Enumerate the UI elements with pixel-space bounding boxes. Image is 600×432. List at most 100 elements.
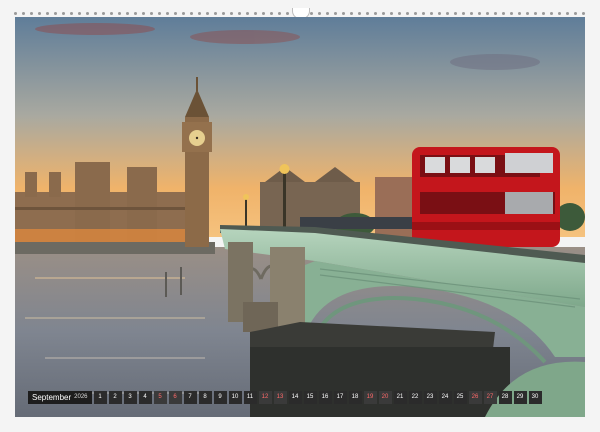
double-decker-bus-icon [412,147,560,247]
calendar-page: September 2026 1 2 3 4 5 6 7 8 9 10 11 12 13 14 15 16 17… [0,0,600,432]
year-label: 2026 [74,394,88,400]
binding-hole [390,12,393,15]
binding-hole [142,12,145,15]
binding-hole [526,12,529,15]
binding-hole [278,12,281,15]
day-cell: 22 [408,391,422,404]
binding-hole [366,12,369,15]
binding-hole [246,12,249,15]
binding-hole [54,12,57,15]
binding-hole [374,12,377,15]
binding-hole [478,12,481,15]
calendar-photo [15,17,585,417]
binding-hole [126,12,129,15]
binding-hole [342,12,345,15]
binding-hole [510,12,513,15]
day-cell: 27 [483,391,497,404]
binding-hole [238,12,241,15]
day-cell: 9 [213,391,227,404]
binding-hole [382,12,385,15]
calendar-strip: September 2026 1 2 3 4 5 6 7 8 9 10 11 12 13 14 15 16 17… [28,391,574,404]
day-cell: 25 [453,391,467,404]
day-cell: 1 [93,391,107,404]
day-cell: 11 [243,391,257,404]
binding-hole [46,12,49,15]
binding-hole [582,12,585,15]
binding-hole [558,12,561,15]
binding-hole [14,12,17,15]
binding-hole [358,12,361,15]
binding-hole [30,12,33,15]
binding-hole [70,12,73,15]
london-scene [15,17,585,417]
binding-hole [534,12,537,15]
day-cell: 7 [183,391,197,404]
day-cell: 10 [228,391,242,404]
binding-hole [350,12,353,15]
day-cell: 23 [423,391,437,404]
day-cell: 28 [498,391,512,404]
binding-hole [430,12,433,15]
binding-hole [78,12,81,15]
binding-hole [550,12,553,15]
day-cell: 24 [438,391,452,404]
binding-hole [454,12,457,15]
day-cell: 4 [138,391,152,404]
month-label: September 2026 [28,391,92,404]
binding-hole [22,12,25,15]
binding-hole [398,12,401,15]
day-cell: 26 [468,391,482,404]
day-cell: 5 [153,391,167,404]
binding-hole [214,12,217,15]
binding-hole [182,12,185,15]
month-name: September [32,393,72,402]
binding-hole [86,12,89,15]
day-cell: 6 [168,391,182,404]
binding-hole [406,12,409,15]
day-cell: 13 [273,391,287,404]
day-cell: 30 [528,391,542,404]
binding-hole [286,12,289,15]
binding-hole [174,12,177,15]
day-cell: 20 [378,391,392,404]
day-cell: 29 [513,391,527,404]
day-cell: 12 [258,391,272,404]
day-cell: 15 [303,391,317,404]
binding-hole [38,12,41,15]
day-cell: 21 [393,391,407,404]
binding-hole [494,12,497,15]
binding-hole [254,12,257,15]
binding-hole [158,12,161,15]
binding-hole [222,12,225,15]
binding-hole [566,12,569,15]
day-cell: 2 [108,391,122,404]
binding-hole [110,12,113,15]
binding-hole [206,12,209,15]
binding-hole [150,12,153,15]
binding-hole [310,12,313,15]
binding-hole [94,12,97,15]
binding-hole [270,12,273,15]
binding-hole [486,12,489,15]
binding-hole [102,12,105,15]
binding-hole [518,12,521,15]
day-cell: 18 [348,391,362,404]
binding-hole [318,12,321,15]
day-cells: 1 2 3 4 5 6 7 8 9 10 11 12 13 14 15 16 17 18 19 20 21 22 23 24 2… [93,391,542,404]
day-cell: 17 [333,391,347,404]
day-cell: 14 [288,391,302,404]
binding-hole [166,12,169,15]
day-cell: 3 [123,391,137,404]
binding-hole [422,12,425,15]
binding-hole [326,12,329,15]
binding-hole [446,12,449,15]
binding-hole [542,12,545,15]
binding-hole [118,12,121,15]
binding-hole [462,12,465,15]
binding-hole [134,12,137,15]
binding-hole [190,12,193,15]
binding-hole [334,12,337,15]
day-cell: 16 [318,391,332,404]
binding-hole [230,12,233,15]
binding-hole [414,12,417,15]
